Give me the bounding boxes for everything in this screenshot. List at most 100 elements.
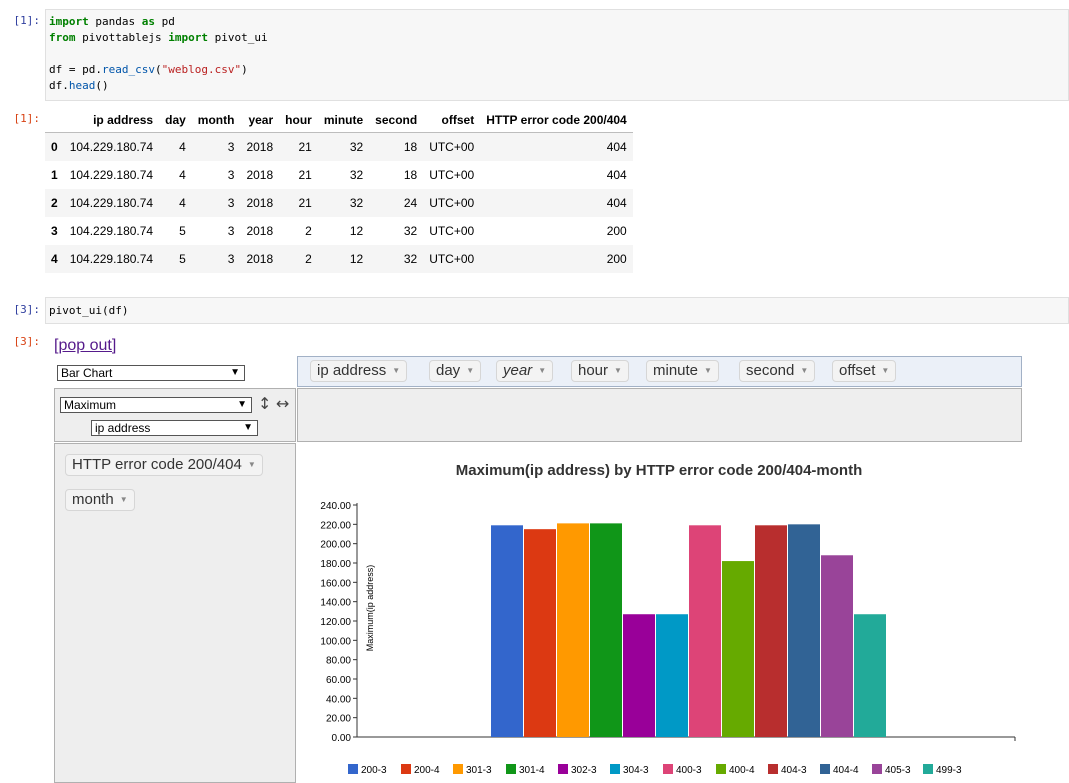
legend-label: 404-3 [781, 765, 807, 776]
legend-item: 302-3 [558, 764, 597, 776]
aggregator-select-value: Maximum [64, 398, 117, 412]
table-cell: 404 [606, 140, 627, 154]
column-header [45, 108, 64, 133]
legend-item: 404-4 [820, 764, 859, 776]
triangle-down-icon[interactable]: ▼ [614, 366, 622, 375]
legend-swatch [716, 764, 726, 774]
code-line: df.head() [49, 78, 1065, 94]
triangle-down-icon[interactable]: ▼ [800, 366, 808, 375]
column-attributes-area[interactable] [297, 388, 1022, 442]
triangle-down-icon[interactable]: ▼ [538, 366, 546, 375]
table-cell: 2018 [246, 140, 274, 154]
attribute-pill-label: year [503, 362, 533, 379]
legend-swatch [558, 764, 568, 774]
attribute-pill[interactable]: minute ▼ [646, 360, 719, 382]
column-sort-icon[interactable]: ↔ [276, 394, 289, 413]
triangle-down-icon[interactable]: ▼ [466, 366, 474, 375]
table-cell: 21 [298, 168, 312, 182]
row-index: 1 [51, 168, 58, 182]
table-cell: 18 [403, 140, 418, 154]
triangle-down-icon[interactable]: ▼ [120, 495, 128, 504]
row-sort-icon[interactable]: ↕ [258, 394, 271, 413]
attribute-pill-label: hour [578, 362, 609, 379]
bar [623, 614, 655, 737]
code-line: from pivottablejs import pivot_ui [49, 30, 1065, 46]
legend-label: 405-3 [885, 765, 911, 776]
legend-label: 200-3 [361, 765, 387, 776]
triangle-down-icon[interactable]: ▼ [248, 460, 256, 469]
keyword: import [168, 31, 208, 44]
code-text: df = pd. [49, 63, 102, 76]
triangle-down-icon[interactable]: ▼ [704, 366, 712, 375]
unused-attributes-area[interactable]: ip address ▼ day ▼ year ▼ hour ▼ minute ▼ second ▼ o… [297, 356, 1022, 387]
table-cell: UTC+00 [429, 168, 475, 182]
row-attribute-pill[interactable]: HTTP error code 200/404 ▼ [65, 454, 263, 476]
legend-label: 200-4 [414, 765, 440, 776]
triangle-down-icon[interactable]: ▼ [881, 366, 889, 375]
legend-item: 200-4 [401, 764, 440, 776]
attribute-pill[interactable]: day ▼ [429, 360, 482, 382]
attribute-pill[interactable]: hour ▼ [571, 360, 629, 382]
keyword: as [141, 15, 155, 28]
code-string: "weblog.csv" [161, 63, 242, 76]
bar [524, 529, 556, 737]
code-line: import pandas as pd [49, 14, 1065, 30]
code-line: df = pd.read_csv("weblog.csv") [49, 62, 1065, 78]
attribute-pill-label: day [436, 362, 461, 379]
table-cell: 32 [403, 224, 418, 238]
legend-item: 301-4 [506, 764, 545, 776]
table-cell: 2018 [246, 224, 274, 238]
y-tick-label: 200.00 [320, 540, 351, 551]
cell-3-code-editor[interactable]: pivot_ui(df) [45, 297, 1069, 324]
y-tick-label: 100.00 [320, 636, 351, 647]
table-cell: 4 [179, 168, 186, 182]
table-cell: 104.229.180.74 [69, 224, 154, 238]
column-header: day [159, 108, 192, 133]
legend-swatch [923, 764, 933, 774]
table-row: 3 104.229.180.74 5 3 2018 2 12 32 UTC+00 200 [45, 217, 633, 245]
code-text: df. [49, 79, 69, 92]
row-index: 2 [51, 196, 58, 210]
renderer-select[interactable]: Bar Chart ▼ [57, 365, 245, 381]
bar [854, 614, 886, 737]
aggregator-select[interactable]: Maximum ▼ [60, 397, 252, 413]
legend-item: 400-4 [716, 764, 755, 776]
cell-3-input-prompt: [3]: [13, 303, 41, 316]
table-cell: 104.229.180.74 [69, 252, 154, 266]
cell-1-code[interactable]: import pandas as pd from pivottablejs imp… [46, 10, 1068, 98]
aggregator-attribute-select[interactable]: ip address ▼ [91, 420, 258, 436]
bar [590, 523, 622, 737]
row-index: 0 [51, 140, 58, 154]
y-tick-label: 240.00 [320, 501, 351, 512]
table-cell: 3 [227, 224, 235, 238]
column-header: month [191, 108, 241, 133]
attribute-pill-label: second [746, 362, 795, 379]
table-cell: 18 [403, 168, 418, 182]
row-attributes-area[interactable]: HTTP error code 200/404 ▼ month ▼ [54, 443, 296, 783]
column-header: ip address [63, 108, 160, 133]
cell-1-code-editor[interactable]: import pandas as pd from pivottablejs imp… [45, 9, 1069, 101]
column-header: HTTP error code 200/404 [480, 108, 633, 133]
legend-item: 304-3 [610, 764, 649, 776]
y-tick-label: 160.00 [320, 578, 351, 589]
legend-item: 301-3 [453, 764, 492, 776]
table-cell: 404 [606, 196, 627, 210]
attribute-pill[interactable]: second ▼ [739, 360, 816, 382]
cell-3-code[interactable]: pivot_ui(df) [46, 298, 1068, 323]
pop-out-link[interactable]: [pop out] [54, 337, 116, 355]
attribute-pill[interactable]: offset ▼ [832, 360, 897, 382]
cell-1-output-prompt: [1]: [13, 112, 41, 125]
attribute-pill[interactable]: year ▼ [496, 360, 554, 382]
row-attribute-pill[interactable]: month ▼ [65, 489, 135, 511]
triangle-down-icon[interactable]: ▼ [392, 366, 400, 375]
table-cell: 21 [298, 140, 312, 154]
bar [557, 523, 589, 737]
attribute-pill[interactable]: ip address ▼ [310, 360, 408, 382]
table-cell: 5 [179, 224, 186, 238]
bar [491, 525, 523, 737]
y-tick-label: 60.00 [326, 675, 351, 686]
table-cell: 12 [349, 224, 364, 238]
legend-swatch [610, 764, 620, 774]
dataframe-header-row: ip address day month year hour minute second of… [45, 108, 633, 133]
